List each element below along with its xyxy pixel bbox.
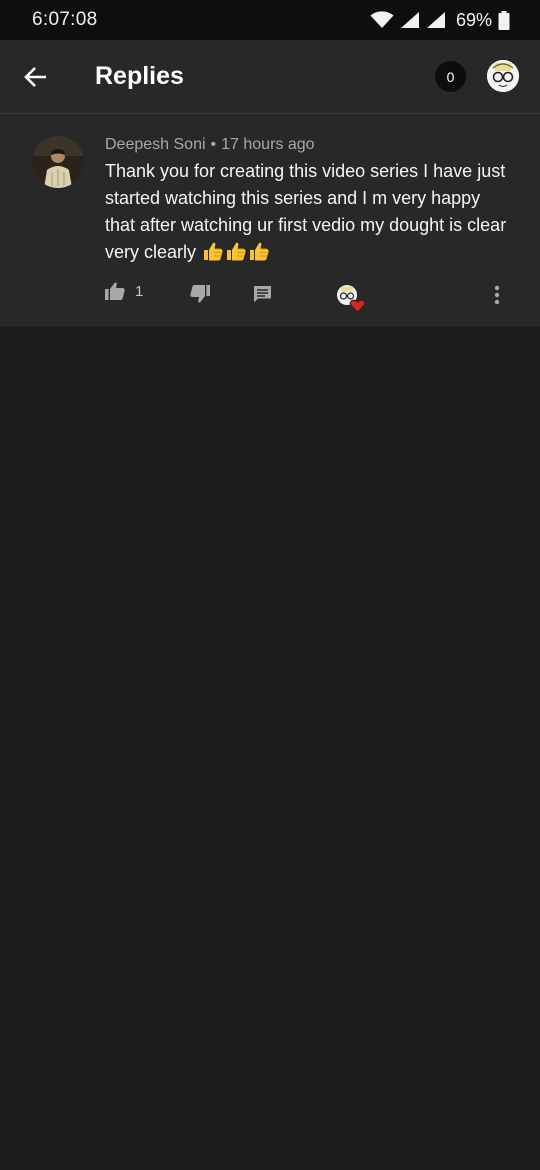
more-vert-icon	[494, 285, 500, 305]
thumbs-up-emoji	[224, 242, 247, 262]
commenter-photo	[32, 136, 84, 188]
status-time: 6:07:08	[32, 9, 98, 30]
meta-separator: •	[210, 136, 217, 153]
thumbs-down-icon	[190, 285, 210, 303]
battery-percent: 69%	[455, 9, 492, 30]
status-bar: 6:07:08 69%	[0, 0, 540, 40]
signal-icon	[400, 12, 419, 28]
comment-author[interactable]: Deepesh Soni	[105, 136, 206, 153]
thumbs-up-emoji	[201, 242, 224, 262]
reply-count-badge[interactable]: 0	[435, 61, 466, 92]
status-icons: 69%	[370, 9, 510, 31]
comment-text: Thank you for creating this video series…	[105, 161, 507, 262]
like-count: 1	[135, 282, 144, 300]
comment-card: Deepesh Soni • 17 hours ago Thank you for …	[0, 114, 540, 326]
page-title: Replies	[95, 62, 184, 90]
avatar-image	[487, 60, 519, 92]
app-bar: Replies 0	[0, 40, 540, 114]
wifi-icon	[370, 11, 394, 28]
signal-icon-2	[426, 12, 445, 28]
commenter-avatar[interactable]	[32, 136, 84, 188]
dislike-button[interactable]	[190, 285, 210, 303]
thumbs-up-icon	[105, 282, 125, 300]
account-avatar[interactable]	[487, 60, 519, 92]
reply-button[interactable]	[253, 285, 272, 304]
more-options-button[interactable]	[488, 284, 506, 306]
comment-time: 17 hours ago	[221, 136, 315, 153]
thumbs-up-emoji	[247, 242, 270, 262]
arrow-left-icon	[24, 67, 46, 87]
like-button[interactable]: 1	[105, 282, 143, 300]
back-button[interactable]	[16, 57, 56, 97]
comment-meta: Deepesh Soni • 17 hours ago	[105, 136, 315, 154]
comment-actions: 1	[0, 280, 540, 310]
battery-icon	[498, 10, 510, 30]
comment-icon	[254, 286, 271, 303]
replies-screen: 6:07:08 69% Replies 0 Deepesh Soni • 17 …	[0, 0, 540, 1170]
creator-heart-icon	[337, 285, 366, 313]
creator-heart	[336, 284, 366, 314]
comment-body: Thank you for creating this video series…	[105, 158, 510, 266]
